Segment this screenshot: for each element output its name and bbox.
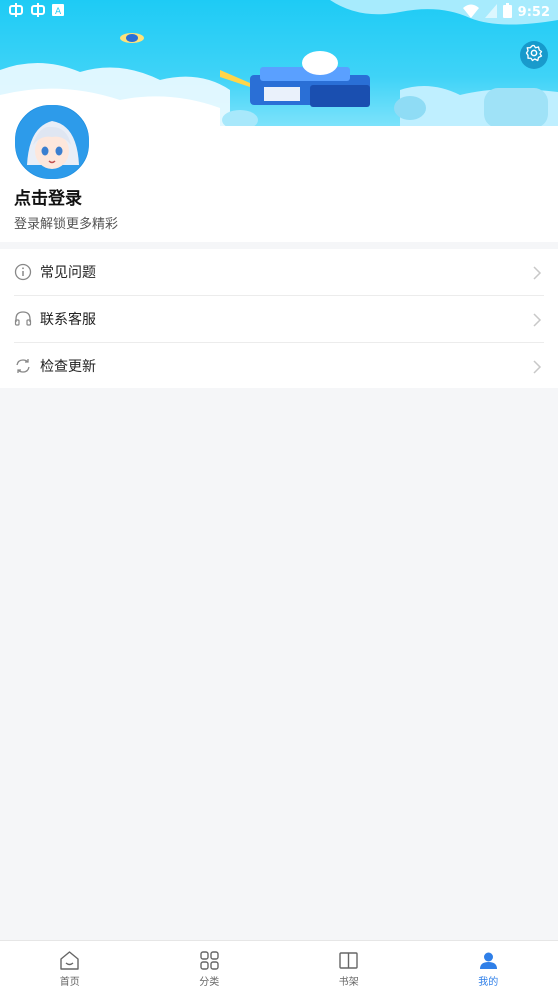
settings-button[interactable]: [520, 41, 548, 69]
status-time: 9:52: [518, 5, 550, 20]
svg-text:A: A: [55, 7, 62, 16]
menu-item-label: 联系客服: [40, 309, 96, 329]
chevron-right-icon: [532, 359, 542, 373]
status-bar: A 9:52: [0, 0, 558, 24]
tab-label: 书架: [279, 973, 419, 988]
tab-label: 我的: [419, 973, 558, 988]
menu-item-label: 检查更新: [40, 356, 96, 376]
signal-icon: [485, 4, 497, 22]
user-icon: [478, 950, 499, 971]
headset-icon: [14, 310, 32, 328]
info-icon: [14, 263, 32, 281]
tab-mine[interactable]: 我的: [419, 941, 558, 994]
bug-icon: [8, 3, 24, 21]
login-title[interactable]: 点击登录: [14, 184, 82, 209]
menu-item-check-update[interactable]: 检查更新: [0, 343, 558, 389]
refresh-icon: [14, 357, 32, 375]
login-subtitle: 登录解锁更多精彩: [14, 213, 118, 232]
tab-home[interactable]: 首页: [0, 941, 140, 994]
home-icon: [59, 950, 80, 971]
chevron-right-icon: [532, 265, 542, 279]
chevron-right-icon: [532, 312, 542, 326]
battery-icon: [503, 3, 512, 22]
wifi-icon: [463, 4, 479, 22]
tab-label: 首页: [0, 973, 140, 988]
menu-item-contact-service[interactable]: 联系客服: [0, 296, 558, 342]
menu-item-faq[interactable]: 常见问题: [0, 249, 558, 295]
book-icon: [338, 950, 359, 971]
gear-icon: [525, 44, 543, 66]
tab-category[interactable]: 分类: [140, 941, 280, 994]
tab-label: 分类: [140, 973, 280, 988]
bug-icon: [30, 3, 46, 21]
menu-list: 常见问题 联系客服 检查更新: [0, 249, 558, 388]
tab-bookshelf[interactable]: 书架: [279, 941, 419, 994]
bottom-tab-bar: 首页 分类 书架 我的: [0, 940, 558, 994]
grid-icon: [199, 950, 220, 971]
a-box-icon: A: [52, 4, 64, 20]
menu-item-label: 常见问题: [40, 262, 96, 282]
avatar[interactable]: [13, 103, 91, 181]
